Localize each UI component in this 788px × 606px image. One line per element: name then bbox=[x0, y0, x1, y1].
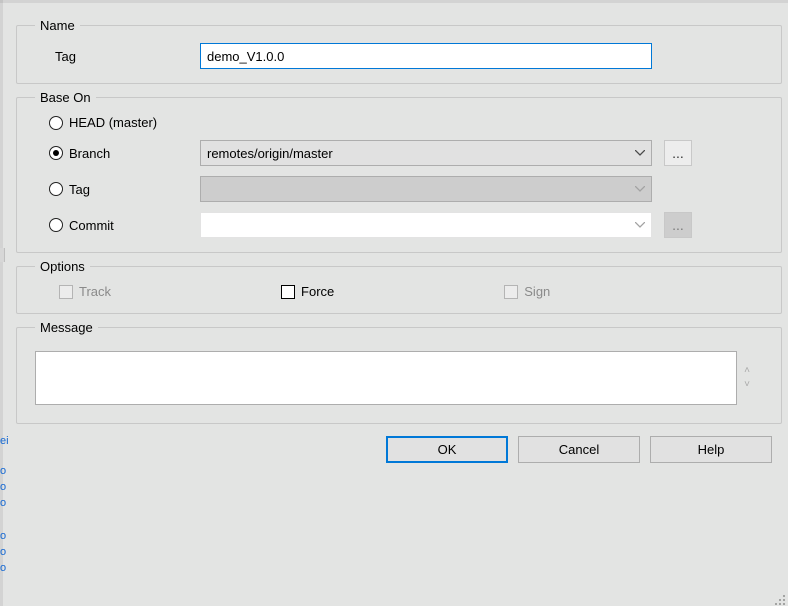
track-checkbox bbox=[59, 285, 73, 299]
base-on-group-legend: Base On bbox=[35, 90, 96, 105]
base-head-option[interactable]: HEAD (master) bbox=[35, 115, 200, 130]
obscured-text-fragment: o bbox=[0, 560, 6, 576]
chevron-down-icon: ˅ bbox=[739, 380, 755, 390]
obscured-text-fragment: o bbox=[0, 463, 6, 479]
message-group: Message ˄ ˅ bbox=[16, 320, 782, 424]
sign-checkbox-wrap: Sign bbox=[504, 284, 550, 299]
options-group: Options Track Force Sign bbox=[16, 259, 782, 314]
tag-name-input[interactable] bbox=[200, 43, 652, 69]
base-tag-label: Tag bbox=[69, 182, 90, 197]
obscured-text-fragment: o bbox=[0, 544, 6, 560]
sign-checkbox-label: Sign bbox=[524, 284, 550, 299]
options-group-legend: Options bbox=[35, 259, 90, 274]
dialog-content: Name Tag Base On HEAD (master) Branch re bbox=[16, 18, 782, 598]
message-wrap: ˄ ˅ bbox=[35, 351, 763, 405]
obscured-text-fragment: ei bbox=[0, 433, 6, 449]
base-tag-radio[interactable] bbox=[49, 182, 63, 196]
chevron-up-icon: ˄ bbox=[739, 366, 755, 376]
force-checkbox[interactable] bbox=[281, 285, 295, 299]
base-branch-option[interactable]: Branch bbox=[35, 146, 200, 161]
base-on-group: Base On HEAD (master) Branch remotes/ori… bbox=[16, 90, 782, 253]
base-commit-option[interactable]: Commit bbox=[35, 218, 200, 233]
dialog-button-bar: OK Cancel Help bbox=[16, 436, 782, 463]
commit-browse-button: ... bbox=[664, 212, 692, 238]
base-commit-radio[interactable] bbox=[49, 218, 63, 232]
chevron-down-icon bbox=[629, 222, 651, 228]
base-branch-radio[interactable] bbox=[49, 146, 63, 160]
name-group-legend: Name bbox=[35, 18, 80, 33]
obscured-text-fragment: o bbox=[0, 528, 6, 544]
window-edge-left bbox=[0, 0, 3, 606]
branch-browse-button[interactable]: ... bbox=[664, 140, 692, 166]
base-tag-option[interactable]: Tag bbox=[35, 182, 200, 197]
message-group-legend: Message bbox=[35, 320, 98, 335]
tag-combobox bbox=[200, 176, 652, 202]
base-head-label: HEAD (master) bbox=[69, 115, 157, 130]
cancel-button[interactable]: Cancel bbox=[518, 436, 640, 463]
ok-button[interactable]: OK bbox=[386, 436, 508, 463]
window-edge-top bbox=[0, 0, 788, 3]
track-checkbox-wrap: Track bbox=[59, 284, 111, 299]
ellipsis-icon: ... bbox=[672, 217, 684, 233]
name-group: Name Tag bbox=[16, 18, 782, 84]
track-checkbox-label: Track bbox=[79, 284, 111, 299]
obscured-text-fragment: o bbox=[0, 495, 6, 511]
base-head-radio[interactable] bbox=[49, 116, 63, 130]
force-checkbox-label: Force bbox=[301, 284, 334, 299]
chevron-down-icon bbox=[629, 150, 651, 156]
help-button[interactable]: Help bbox=[650, 436, 772, 463]
base-branch-label: Branch bbox=[69, 146, 110, 161]
force-checkbox-wrap[interactable]: Force bbox=[281, 284, 334, 299]
textarea-spinner[interactable]: ˄ ˅ bbox=[739, 351, 755, 405]
tag-label: Tag bbox=[35, 49, 200, 64]
branch-combobox[interactable]: remotes/origin/master bbox=[200, 140, 652, 166]
resize-grip-icon[interactable] bbox=[772, 592, 786, 606]
base-commit-label: Commit bbox=[69, 218, 114, 233]
obscured-text-fragment: o bbox=[0, 479, 6, 495]
obscured-bg-fragment bbox=[0, 248, 5, 262]
ellipsis-icon: ... bbox=[672, 145, 684, 161]
commit-combobox bbox=[200, 212, 652, 238]
chevron-down-icon bbox=[629, 186, 651, 192]
message-textarea[interactable] bbox=[35, 351, 737, 405]
branch-combobox-value: remotes/origin/master bbox=[201, 146, 629, 161]
sign-checkbox bbox=[504, 285, 518, 299]
